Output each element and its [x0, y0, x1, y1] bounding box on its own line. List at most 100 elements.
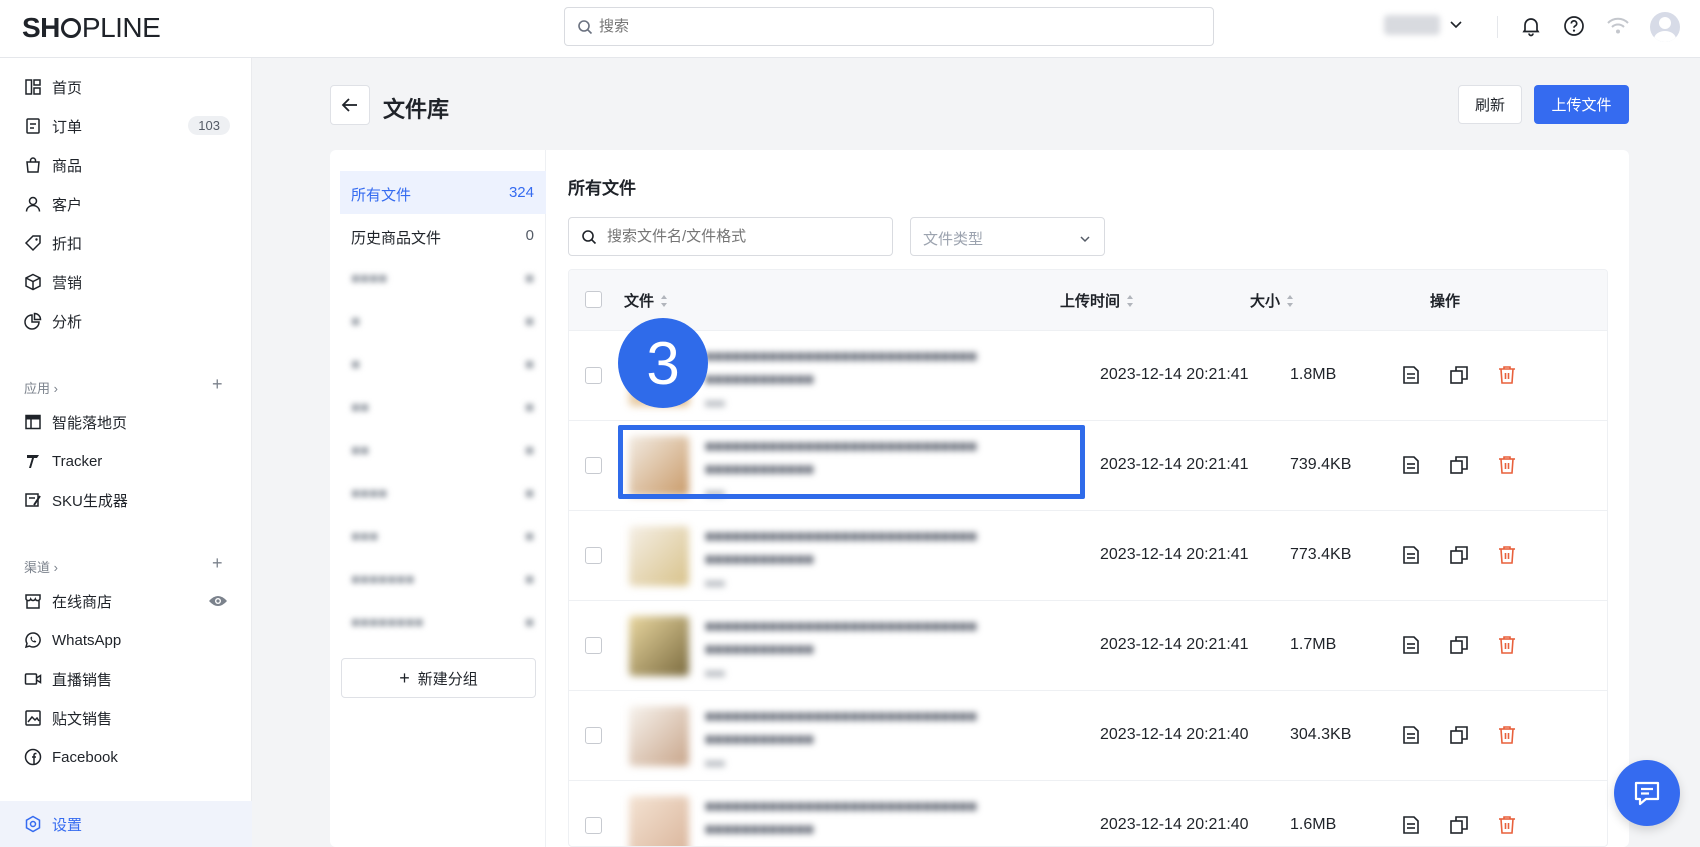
channels-section-header[interactable]: 渠道 › [24, 557, 58, 576]
file-size: 304.3KB [1290, 726, 1352, 743]
file-thumbnail-blurred[interactable] [629, 526, 689, 586]
group-blurred[interactable]: ■■■■ ■ [340, 257, 546, 300]
back-button[interactable] [330, 85, 370, 125]
chevron-down-icon[interactable] [1448, 16, 1464, 32]
add-channel-button[interactable]: + [212, 553, 223, 574]
sidebar-item-settings[interactable]: 设置 [0, 801, 252, 847]
table-row[interactable]: ■■■■■■■■■■■■■■■■■■■■■■■■■■■■■■ ■■■■■■■■■■… [569, 510, 1607, 600]
delete-icon[interactable] [1496, 544, 1518, 571]
sidebar-item-tracker[interactable]: Tracker [0, 443, 252, 479]
sidebar-item-home[interactable]: 首页 [0, 69, 252, 105]
file-search[interactable] [568, 217, 893, 256]
group-all-files[interactable]: 所有文件 324 [340, 171, 546, 214]
delete-icon[interactable] [1496, 724, 1518, 751]
sidebar-item-landing-page[interactable]: 智能落地页 [0, 404, 252, 440]
table-row[interactable]: ■■■■■■■■■■■■■■■■■■■■■■■■■■■■■■ ■■■■■■■■■■… [569, 600, 1607, 690]
group-blurred[interactable]: ■■■ ■ [340, 515, 546, 558]
file-search-input[interactable] [607, 218, 887, 255]
sidebar-item-customers[interactable]: 客户 [0, 186, 252, 222]
sidebar-item-online-store[interactable]: 在线商店 [0, 583, 252, 619]
shopline-logo[interactable]: SH PLINE [22, 12, 161, 44]
row-checkbox[interactable] [585, 727, 602, 744]
sidebar-item-marketing[interactable]: 营销 [0, 264, 252, 300]
sort-icon[interactable] [1126, 294, 1134, 308]
group-blurred[interactable]: ■ ■ [340, 300, 546, 343]
chat-icon [1634, 781, 1660, 806]
help-icon[interactable] [1563, 15, 1585, 37]
delete-icon[interactable] [1496, 634, 1518, 661]
copy-link-icon[interactable] [1448, 544, 1470, 571]
file-name-blurred: ■■■■■■■■■■■■■■■■■■■■■■■■■■■■■■ ■■■■■■■■■■… [705, 348, 977, 410]
group-blurred[interactable]: ■■■■■■■ ■ [340, 558, 546, 601]
apps-section-header[interactable]: 应用 › [24, 378, 58, 397]
row-checkbox[interactable] [585, 547, 602, 564]
group-label: 历史商品文件 [351, 230, 442, 247]
sidebar-item-orders[interactable]: 订单 103 [0, 108, 252, 144]
sidebar-item-live-selling[interactable]: 直播销售 [0, 661, 252, 697]
file-detail-icon[interactable] [1400, 724, 1422, 751]
wifi-icon[interactable] [1606, 15, 1630, 37]
row-checkbox[interactable] [585, 457, 602, 474]
sidebar-item-post-selling[interactable]: 贴文销售 [0, 700, 252, 736]
global-search[interactable] [564, 7, 1214, 46]
new-group-button[interactable]: + 新建分组 [341, 658, 536, 698]
copy-link-icon[interactable] [1448, 814, 1470, 841]
dashboard-icon [25, 79, 41, 95]
table-row[interactable]: ■■■■■■■■■■■■■■■■■■■■■■■■■■■■■■ ■■■■■■■■■■… [569, 330, 1607, 420]
gear-icon [25, 815, 41, 833]
copy-link-icon[interactable] [1448, 724, 1470, 751]
sidebar-item-sku-generator[interactable]: SKU生成器 [0, 482, 252, 518]
table-row[interactable]: ■■■■■■■■■■■■■■■■■■■■■■■■■■■■■■ ■■■■■■■■■■… [569, 780, 1607, 846]
group-blurred[interactable]: ■■ ■ [340, 386, 546, 429]
sort-icon[interactable] [1286, 294, 1294, 308]
group-blurred[interactable]: ■■ ■ [340, 429, 546, 472]
sidebar-item-products[interactable]: 商品 [0, 147, 252, 183]
group-blurred[interactable]: ■■■■■■■■ ■ [340, 601, 546, 644]
add-app-button[interactable]: + [212, 374, 223, 395]
file-size: 773.4KB [1290, 546, 1352, 563]
column-size[interactable]: 大小 [1250, 290, 1294, 311]
file-detail-icon[interactable] [1400, 454, 1422, 481]
file-detail-icon[interactable] [1400, 634, 1422, 661]
delete-icon[interactable] [1496, 364, 1518, 391]
file-type-select[interactable]: 文件类型 [910, 217, 1105, 256]
group-blurred[interactable]: ■ ■ [340, 343, 546, 386]
page-title: 文件库 [383, 97, 450, 122]
sidebar-item-discounts[interactable]: 折扣 [0, 225, 252, 261]
sidebar-item-facebook[interactable]: Facebook [0, 739, 252, 775]
group-blurred[interactable]: ■■■■ ■ [340, 472, 546, 515]
copy-link-icon[interactable] [1448, 364, 1470, 391]
row-checkbox[interactable] [585, 817, 602, 834]
global-search-input[interactable] [599, 8, 1199, 45]
sidebar: 首页 订单 103 商品 客户 折扣 营销 分析 应用 › + 智能落地页 Tr… [0, 58, 252, 847]
file-detail-icon[interactable] [1400, 814, 1422, 841]
user-avatar[interactable] [1650, 12, 1680, 42]
table-row[interactable]: ■■■■■■■■■■■■■■■■■■■■■■■■■■■■■■ ■■■■■■■■■■… [569, 690, 1607, 780]
bell-icon[interactable] [1520, 15, 1542, 37]
sidebar-item-whatsapp[interactable]: WhatsApp [0, 622, 252, 658]
upload-file-button[interactable]: 上传文件 [1534, 85, 1629, 124]
file-thumbnail-blurred[interactable] [629, 706, 689, 766]
file-thumbnail-blurred[interactable] [629, 796, 689, 846]
upload-time: 2023-12-14 20:21:40 [1100, 816, 1249, 833]
chat-support-button[interactable] [1614, 760, 1680, 826]
file-detail-icon[interactable] [1400, 544, 1422, 571]
column-upload-time[interactable]: 上传时间 [1060, 290, 1134, 311]
sidebar-item-analytics[interactable]: 分析 [0, 303, 252, 339]
row-checkbox[interactable] [585, 367, 602, 384]
column-file[interactable]: 文件 [624, 290, 668, 311]
file-thumbnail-blurred[interactable] [629, 616, 689, 676]
eye-icon[interactable] [208, 594, 228, 608]
delete-icon[interactable] [1496, 814, 1518, 841]
copy-link-icon[interactable] [1448, 454, 1470, 481]
store-name-blurred[interactable] [1384, 15, 1440, 35]
refresh-button[interactable]: 刷新 [1458, 85, 1522, 124]
search-icon [578, 20, 593, 35]
delete-icon[interactable] [1496, 454, 1518, 481]
select-all-checkbox[interactable] [585, 291, 602, 308]
group-history-product-files[interactable]: 历史商品文件 0 [340, 214, 546, 257]
row-checkbox[interactable] [585, 637, 602, 654]
copy-link-icon[interactable] [1448, 634, 1470, 661]
file-detail-icon[interactable] [1400, 364, 1422, 391]
sort-icon[interactable] [660, 294, 668, 308]
